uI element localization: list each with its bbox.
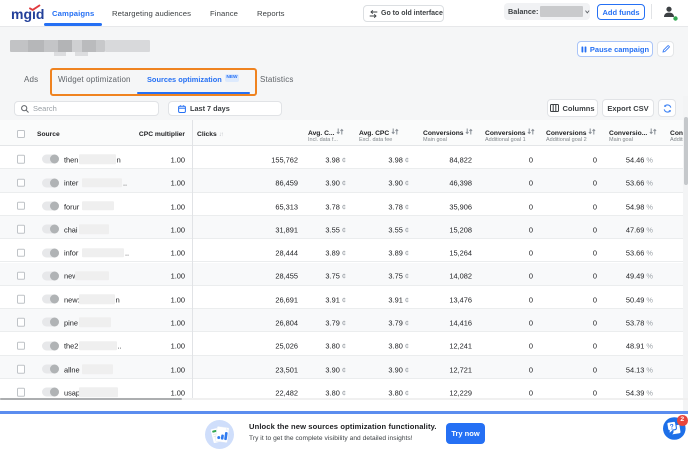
svg-text:mgıd: mgıd xyxy=(11,6,44,22)
